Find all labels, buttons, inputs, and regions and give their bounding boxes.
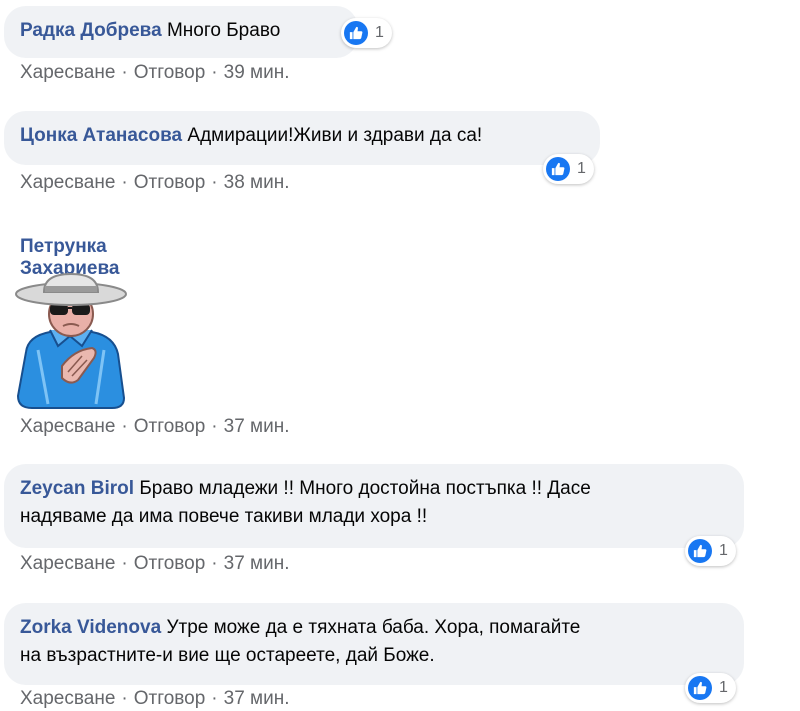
reply-link[interactable]: Отговор — [134, 688, 206, 709]
comment-text-line-2: на възрастните-и вие ще остареете, дай Б… — [20, 645, 435, 666]
comment-bubble: Zeycan Birol Браво младежи !! Много дост… — [4, 464, 744, 548]
separator-dot: · — [211, 416, 218, 437]
like-thumbs-up-icon — [344, 21, 368, 45]
like-thumbs-up-icon — [688, 676, 712, 700]
reaction-count: 1 — [719, 679, 728, 696]
like-link[interactable]: Харесване — [20, 688, 115, 709]
comment-actions: Харесване · Отговор · 37 мин. — [20, 553, 290, 575]
comment-text-line-2: надяваме да има повече такиви млади хора… — [20, 506, 428, 527]
like-link[interactable]: Харесване — [20, 553, 115, 574]
separator-dot: · — [121, 62, 128, 83]
reply-link[interactable]: Отговор — [134, 416, 206, 437]
separator-dot: · — [121, 416, 128, 437]
reaction-count: 1 — [375, 24, 384, 41]
like-thumbs-up-icon — [688, 539, 712, 563]
comment-author[interactable]: Zorka Videnova — [20, 617, 161, 638]
comment-text-line-1: Браво младежи !! Много достойна постъпка… — [139, 478, 591, 499]
reply-link[interactable]: Отговор — [134, 62, 206, 83]
comment-text: Адмирации!Живи и здрави да са! — [187, 125, 483, 146]
comment-time[interactable]: 39 мин. — [224, 62, 290, 83]
comment-bubble: Zorka Videnova Утре може да е тяхната ба… — [4, 603, 744, 685]
separator-dot: · — [121, 688, 128, 709]
comment-author[interactable]: Радка Добрева — [20, 20, 162, 41]
like-link[interactable]: Харесване — [20, 172, 115, 193]
separator-dot: · — [211, 553, 218, 574]
reaction-badge[interactable]: 1 — [685, 536, 736, 566]
comment-bubble: Радка Добрева Много Браво — [4, 6, 358, 58]
man-with-hat-and-sunglasses-clapping-sticker — [15, 272, 127, 409]
separator-dot: · — [121, 172, 128, 193]
comment-actions: Харесване · Отговор · 37 мин. — [20, 416, 290, 438]
reply-link[interactable]: Отговор — [134, 172, 206, 193]
reaction-badge[interactable]: 1 — [685, 673, 736, 703]
separator-dot: · — [211, 688, 218, 709]
comment-actions: Харесване · Отговор · 37 мин. — [20, 688, 290, 710]
reaction-badge[interactable]: 1 — [341, 18, 392, 48]
comment-time[interactable]: 37 мин. — [224, 688, 290, 709]
comment-time[interactable]: 37 мин. — [224, 416, 290, 437]
like-link[interactable]: Харесване — [20, 62, 115, 83]
separator-dot: · — [211, 172, 218, 193]
comment-author[interactable]: Zeycan Birol — [20, 478, 134, 499]
reply-link[interactable]: Отговор — [134, 553, 206, 574]
comment-text-line-1: Утре може да е тяхната баба. Хора, помаг… — [166, 617, 581, 638]
comment-author[interactable]: Цонка Атанасова — [20, 125, 182, 146]
like-thumbs-up-icon — [546, 157, 570, 181]
comment-time[interactable]: 37 мин. — [224, 553, 290, 574]
comment-actions: Харесване · Отговор · 38 мин. — [20, 172, 290, 194]
reaction-badge[interactable]: 1 — [543, 154, 594, 184]
comment-text: Много Браво — [166, 20, 281, 41]
separator-dot: · — [211, 62, 218, 83]
reaction-count: 1 — [719, 542, 728, 559]
reaction-count: 1 — [577, 160, 586, 177]
comment-actions: Харесване · Отговор · 39 мин. — [20, 62, 290, 84]
comment-bubble: Цонка Атанасова Адмирации!Живи и здрави … — [4, 111, 600, 165]
separator-dot: · — [121, 553, 128, 574]
like-link[interactable]: Харесване — [20, 416, 115, 437]
comment-time[interactable]: 38 мин. — [224, 172, 290, 193]
